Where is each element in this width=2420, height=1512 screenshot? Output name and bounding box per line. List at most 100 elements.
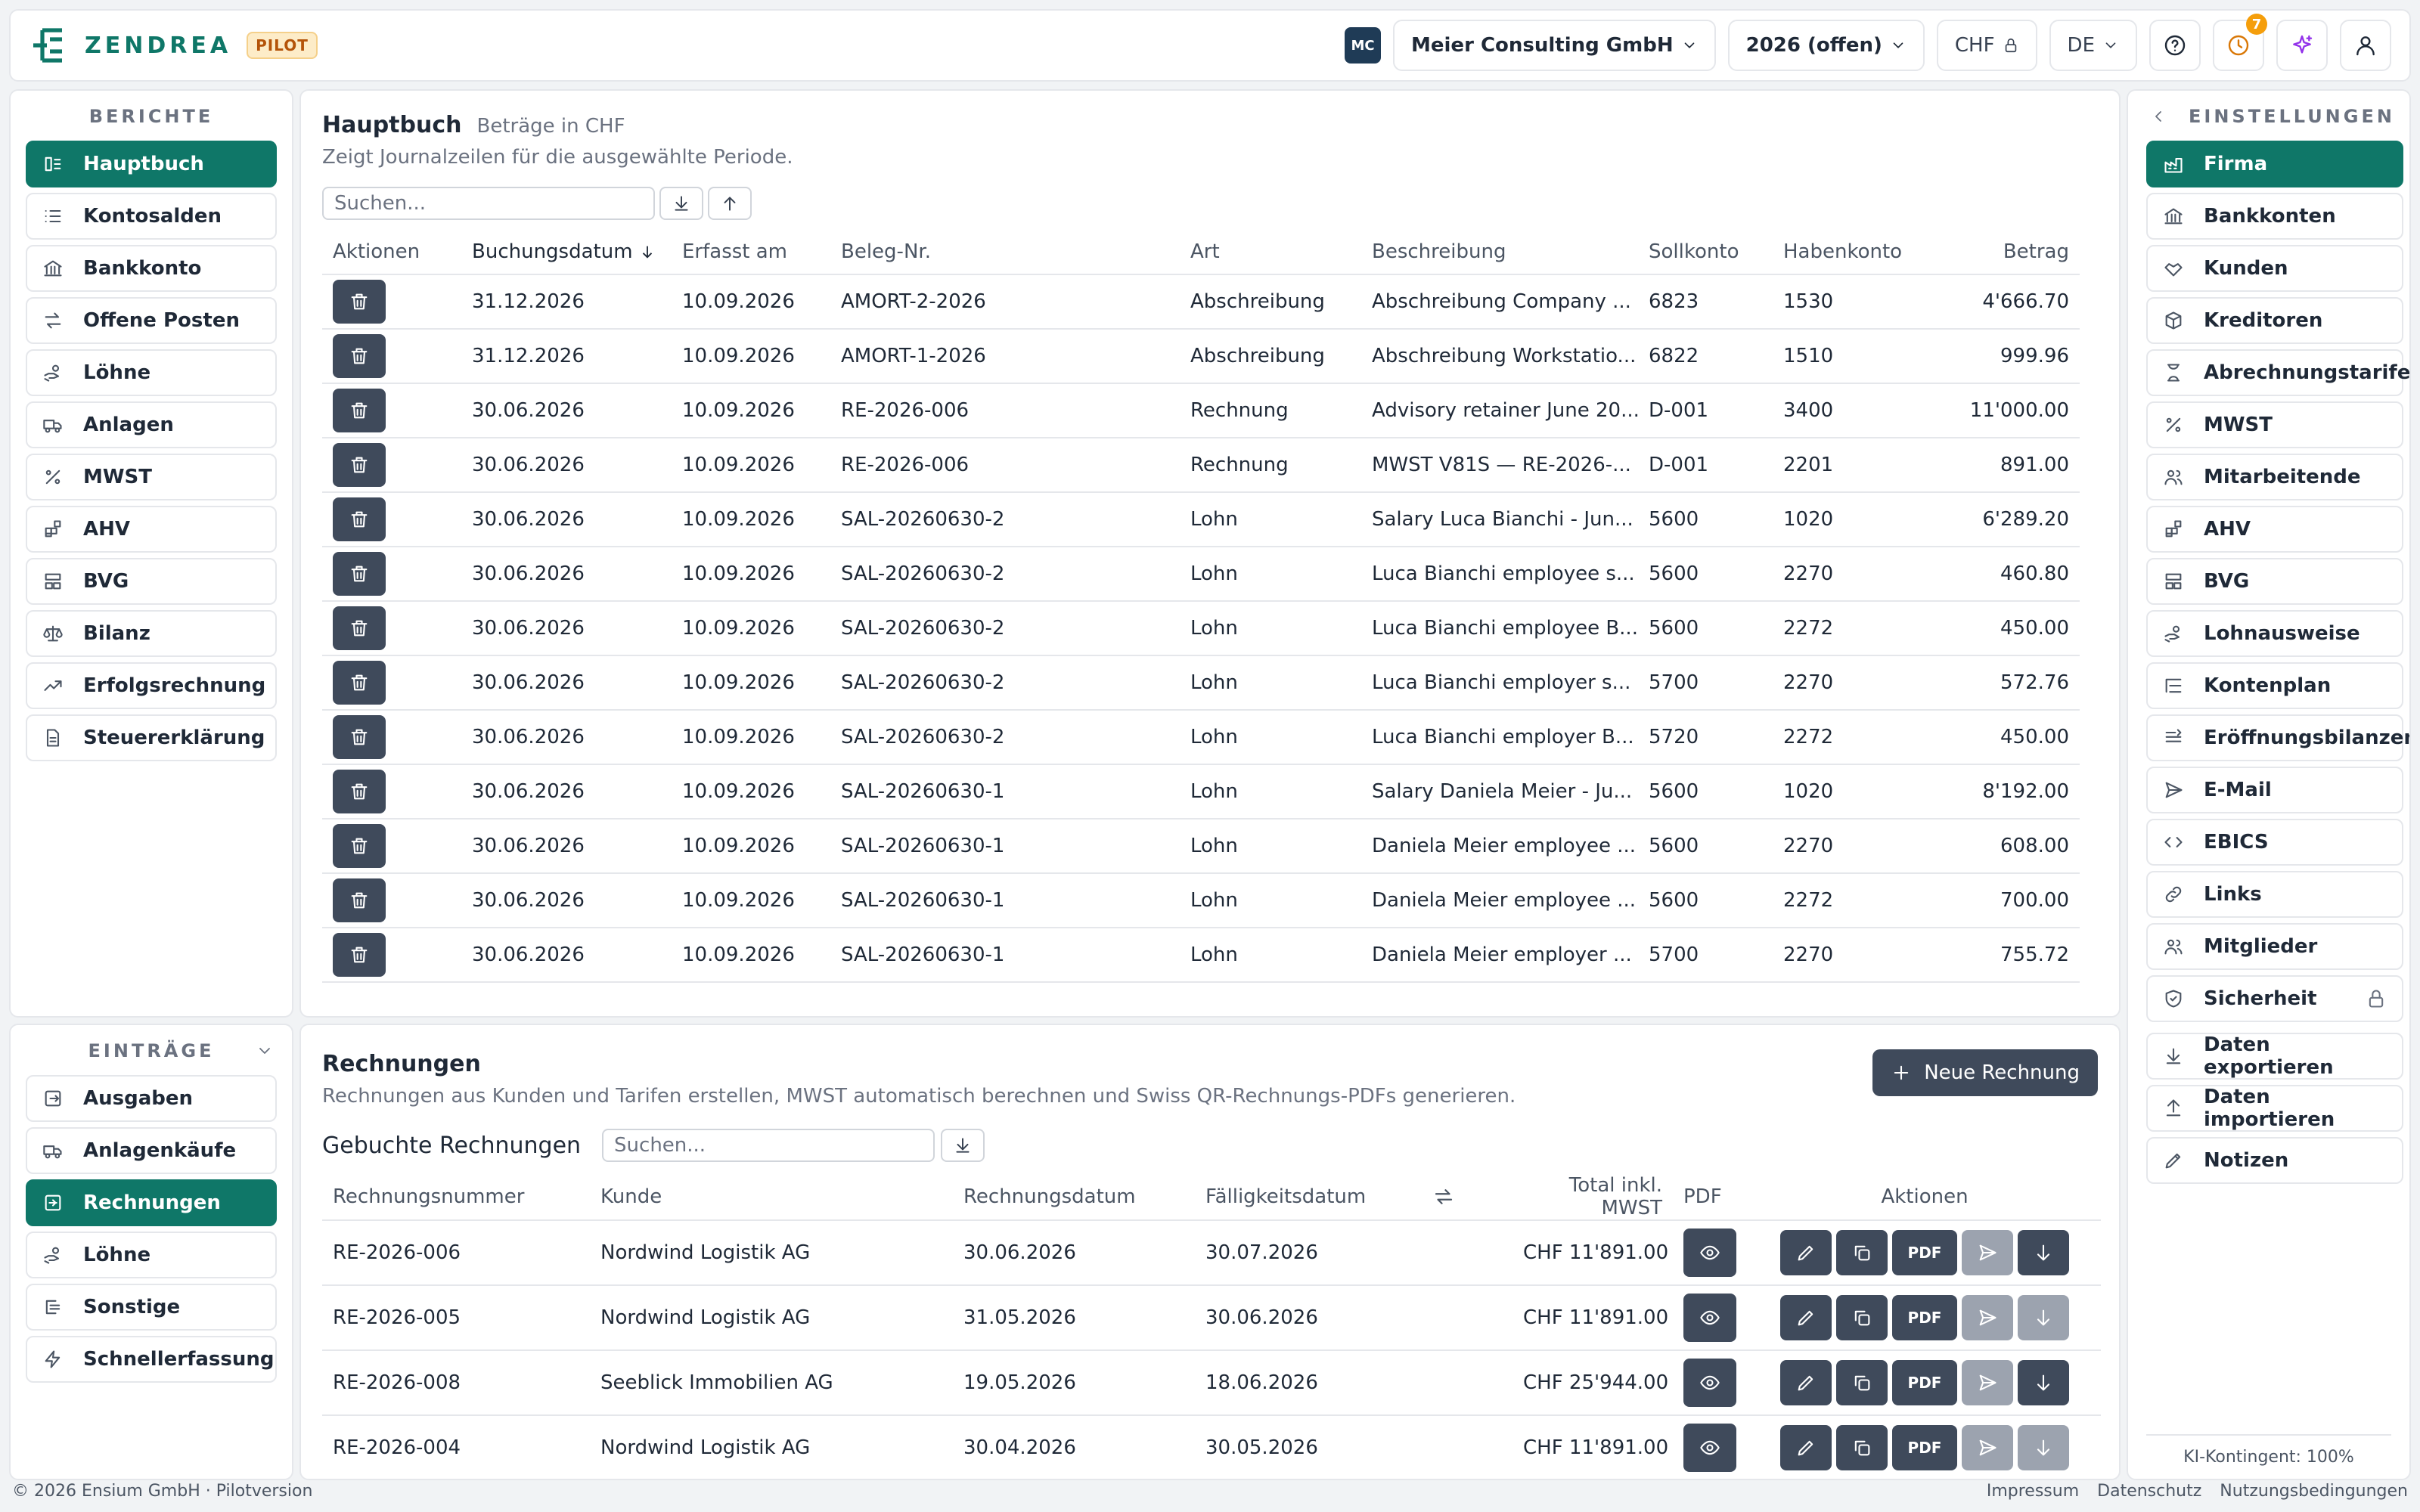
help-button[interactable] [2149,20,2201,71]
pdf-button[interactable]: PDF [1892,1360,1957,1405]
col-invoice-number[interactable]: Rechnungsnummer [322,1174,590,1221]
delete-entry-button[interactable] [333,334,386,378]
ledger-col-beleg-nr[interactable]: Beleg-Nr. [830,229,1180,275]
preview-pdf-button[interactable] [1683,1424,1736,1472]
settings-item-ebics[interactable]: EBICS [2146,819,2403,866]
preview-pdf-button[interactable] [1683,1228,1736,1277]
reports-item-erfolgsrechnung[interactable]: Erfolgsrechnung [26,662,277,709]
entries-item-lohne[interactable]: Löhne [26,1232,277,1278]
reports-item-steuererklarung[interactable]: Steuererklärung [26,714,277,761]
chevron-down-icon[interactable] [256,1042,274,1060]
invoices-download-button[interactable] [941,1129,985,1162]
invoice-row[interactable]: RE-2026-004 Nordwind Logistik AG 30.04.202… [322,1415,2101,1479]
invoice-row[interactable]: RE-2026-005 Nordwind Logistik AG 31.05.202… [322,1285,2101,1351]
settings-item-daten-importieren[interactable]: Daten importieren [2146,1085,2403,1132]
ledger-col-art[interactable]: Art [1180,229,1361,275]
company-selector[interactable]: Meier Consulting GmbH [1393,20,1716,71]
reports-item-hauptbuch[interactable]: Hauptbuch [26,141,277,187]
download-invoice-button[interactable] [2018,1360,2069,1405]
settings-item-links[interactable]: Links [2146,871,2403,918]
delete-entry-button[interactable] [333,878,386,922]
settings-item-firma[interactable]: Firma [2146,141,2403,187]
ledger-search-input[interactable]: Suchen... [322,187,655,220]
reports-item-ahv[interactable]: AHV [26,506,277,553]
settings-item-mitglieder[interactable]: Mitglieder [2146,923,2403,970]
settings-item-abrechnungstarife[interactable]: Abrechnungstarife [2146,349,2409,396]
brand-logo-icon[interactable] [29,24,71,67]
settings-item-kontenplan[interactable]: Kontenplan [2146,662,2403,709]
edit-invoice-button[interactable] [1780,1425,1832,1470]
edit-invoice-button[interactable] [1780,1230,1832,1275]
entries-item-ausgaben[interactable]: Ausgaben [26,1075,277,1122]
download-invoice-button[interactable] [2018,1425,2069,1470]
reports-item-kontosalden[interactable]: Kontosalden [26,193,277,240]
entries-item-anlagenkaufe[interactable]: Anlagenkäufe [26,1127,277,1174]
settings-item-notizen[interactable]: Notizen [2146,1137,2403,1184]
settings-item-kreditoren[interactable]: Kreditoren [2146,297,2403,344]
ai-assistant-button[interactable] [2276,20,2328,71]
reports-item-mwst[interactable]: MWST [26,454,277,500]
currency-selector[interactable]: CHF [1936,20,2037,71]
activity-button[interactable]: 7 [2213,14,2267,71]
col-due-date[interactable]: Fälligkeitsdatum [1195,1174,1422,1221]
entries-item-sonstige[interactable]: Sonstige [26,1284,277,1331]
settings-item-e-mail[interactable]: E-Mail [2146,767,2403,813]
ledger-col-habenkonto[interactable]: Habenkonto [1773,229,1924,275]
send-invoice-button[interactable] [1962,1360,2013,1405]
ledger-upload-button[interactable] [708,187,752,220]
chevron-left-icon[interactable] [2149,107,2167,125]
pdf-button[interactable]: PDF [1892,1425,1957,1470]
reports-item-lohne[interactable]: Löhne [26,349,277,396]
send-invoice-button[interactable] [1962,1425,2013,1470]
reports-item-offene-posten[interactable]: Offene Posten [26,297,277,344]
language-selector[interactable]: DE [2049,20,2137,71]
ledger-col-beschreibung[interactable]: Beschreibung [1361,229,1638,275]
settings-item-ahv[interactable]: AHV [2146,506,2403,553]
edit-invoice-button[interactable] [1780,1360,1832,1405]
delete-entry-button[interactable] [333,770,386,813]
invoice-row[interactable]: RE-2026-006 Nordwind Logistik AG 30.06.202… [322,1220,2101,1286]
col-currency-toggle[interactable] [1422,1174,1512,1221]
invoices-search-input[interactable]: Suchen... [602,1129,935,1162]
preview-pdf-button[interactable] [1683,1359,1736,1407]
send-invoice-button[interactable] [1962,1295,2013,1340]
pdf-button[interactable]: PDF [1892,1295,1957,1340]
duplicate-invoice-button[interactable] [1836,1295,1888,1340]
invoice-row[interactable]: RE-2026-008 Seeblick Immobilien AG 19.05.2… [322,1350,2101,1416]
settings-item-kunden[interactable]: Kunden [2146,245,2403,292]
col-invoice-date[interactable]: Rechnungsdatum [953,1174,1195,1221]
col-customer[interactable]: Kunde [590,1174,953,1221]
fiscal-year-selector[interactable]: 2026 (offen) [1727,20,1925,71]
delete-entry-button[interactable] [333,661,386,705]
download-invoice-button[interactable] [2018,1230,2069,1275]
settings-item-mwst[interactable]: MWST [2146,401,2403,448]
col-total[interactable]: Total inkl. MWST [1512,1174,1673,1221]
reports-item-bilanz[interactable]: Bilanz [26,610,277,657]
delete-entry-button[interactable] [333,389,386,432]
ledger-col-aktionen[interactable]: Aktionen [322,229,461,275]
send-invoice-button[interactable] [1962,1230,2013,1275]
settings-item-sicherheit[interactable]: Sicherheit [2146,975,2403,1022]
preview-pdf-button[interactable] [1683,1294,1736,1342]
settings-item-mitarbeitende[interactable]: Mitarbeitende [2146,454,2403,500]
duplicate-invoice-button[interactable] [1836,1230,1888,1275]
settings-item-bvg[interactable]: BVG [2146,558,2403,605]
user-menu-button[interactable] [2340,20,2391,71]
privacy-link[interactable]: Datenschutz [2097,1482,2201,1501]
delete-entry-button[interactable] [333,497,386,541]
settings-item-eroffnungsbilanzen[interactable]: Eröffnungsbilanzen [2146,714,2409,761]
delete-entry-button[interactable] [333,552,386,596]
ledger-col-erfasst-am[interactable]: Erfasst am [672,229,830,275]
reports-item-anlagen[interactable]: Anlagen [26,401,277,448]
imprint-link[interactable]: Impressum [1987,1482,2079,1501]
settings-item-bankkonten[interactable]: Bankkonten [2146,193,2403,240]
ledger-col-buchungsdatum[interactable]: Buchungsdatum [461,229,672,275]
delete-entry-button[interactable] [333,280,386,324]
delete-entry-button[interactable] [333,443,386,487]
pdf-button[interactable]: PDF [1892,1230,1957,1275]
entries-item-rechnungen[interactable]: Rechnungen [26,1179,277,1226]
settings-item-daten-exportieren[interactable]: Daten exportieren [2146,1033,2403,1080]
delete-entry-button[interactable] [333,933,386,977]
delete-entry-button[interactable] [333,824,386,868]
ledger-download-button[interactable] [659,187,703,220]
